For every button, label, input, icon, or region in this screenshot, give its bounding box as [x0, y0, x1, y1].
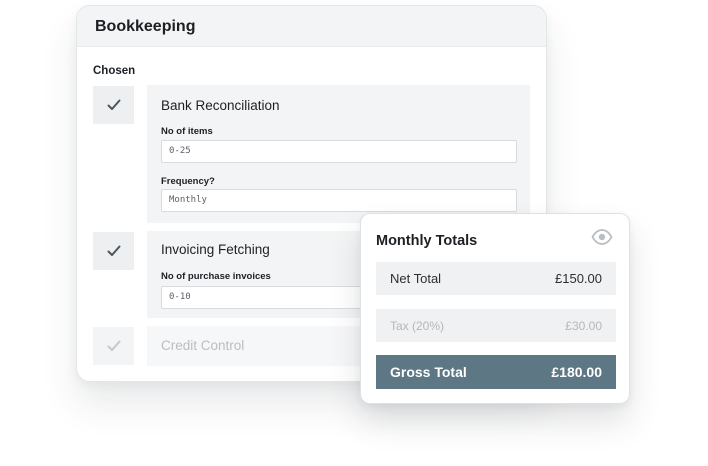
bank-reconciliation-checkbox[interactable]	[93, 86, 134, 124]
credit-control-checkbox[interactable]	[93, 327, 134, 365]
purchase-invoices-label: No of purchase invoices	[161, 271, 271, 282]
bank-reconciliation-title: Bank Reconciliation	[161, 98, 280, 113]
bookkeeping-header: Bookkeeping	[77, 6, 546, 47]
check-icon	[107, 340, 120, 351]
no-of-items-field[interactable]: 0-25	[161, 140, 517, 163]
credit-control-title: Credit Control	[161, 338, 245, 353]
monthly-totals-card: Monthly Totals Net Total £150.00 Tax (20…	[360, 213, 630, 404]
stage: Bookkeeping Chosen Bank Reconciliation N…	[0, 0, 708, 466]
bank-reconciliation-panel: Bank Reconciliation No of items 0-25 Fre…	[147, 85, 530, 223]
gross-total-value: £180.00	[551, 364, 602, 380]
invoicing-fetching-checkbox[interactable]	[93, 232, 134, 270]
frequency-label: Frequency?	[161, 176, 215, 187]
tax-value: £30.00	[565, 318, 602, 333]
net-total-value: £150.00	[555, 271, 602, 286]
chosen-section-label: Chosen	[93, 65, 136, 77]
bookkeeping-title: Bookkeeping	[95, 18, 196, 35]
frequency-field[interactable]: Monthly	[161, 189, 517, 212]
gross-total-row: Gross Total £180.00	[376, 355, 616, 389]
net-total-label: Net Total	[390, 271, 442, 286]
gross-total-label: Gross Total	[390, 364, 467, 380]
eye-icon[interactable]	[591, 229, 613, 245]
monthly-totals-title: Monthly Totals	[376, 233, 478, 249]
check-icon	[107, 245, 120, 256]
invoicing-fetching-title: Invoicing Fetching	[161, 242, 270, 257]
net-total-row: Net Total £150.00	[376, 262, 616, 295]
no-of-items-label: No of items	[161, 126, 213, 137]
tax-row: Tax (20%) £30.00	[376, 309, 616, 342]
tax-label: Tax (20%)	[390, 318, 445, 333]
check-icon	[107, 99, 120, 110]
